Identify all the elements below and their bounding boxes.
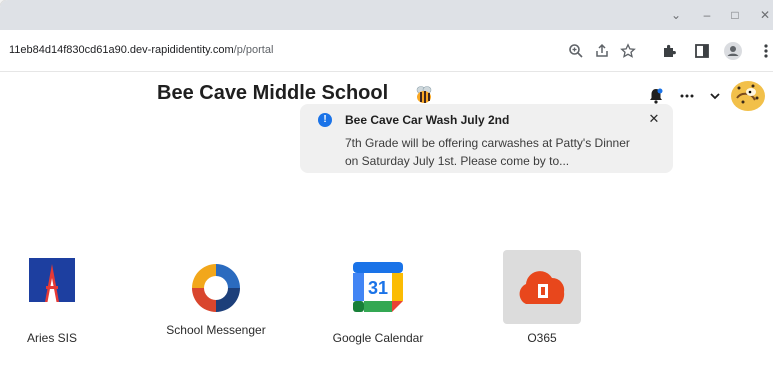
title-bar: ⌄ – □ ✕ [0,0,773,30]
app-label-o365[interactable]: O365 [502,330,582,347]
bell-icon[interactable] [648,86,664,106]
mascot-avatar[interactable] [729,78,767,114]
kebab-menu-icon[interactable] [756,41,773,61]
browser-window: ⌄ – □ ✕ 11eb84d14f830cd61a90.dev-rapidid… [0,0,773,385]
extensions-icon[interactable] [659,41,679,61]
star-icon[interactable] [618,41,638,61]
zoom-icon[interactable] [566,41,586,61]
minimize-icon[interactable]: – [699,7,715,23]
tab-search-icon[interactable]: ⌄ [668,7,684,23]
svg-text:31: 31 [368,278,388,298]
sidepanel-icon[interactable] [692,41,712,61]
aries-sis-icon[interactable] [22,250,82,310]
info-icon: ! [318,113,332,127]
address-bar[interactable]: 11eb84d14f830cd61a90.dev-rapididentity.c… [0,30,773,72]
notification-body: 7th Grade will be offering carwashes at … [345,136,630,168]
chevron-down-icon[interactable] [708,86,722,106]
portal-page: Bee Cave Middle School ! Bee Cave Car Wa… [0,72,773,385]
url-text[interactable]: 11eb84d14f830cd61a90.dev-rapididentity.c… [9,44,273,56]
page-title: Bee Cave Middle School [157,82,389,104]
app-label-school-messenger[interactable]: School Messenger [166,322,266,339]
close-window-icon[interactable]: ✕ [757,7,773,23]
google-calendar-icon[interactable]: 31 [350,260,406,314]
school-messenger-icon[interactable] [186,260,246,316]
share-icon[interactable] [592,41,612,61]
app-label-google-calendar[interactable]: Google Calendar [318,330,438,347]
app-label-aries-sis[interactable]: Aries SIS [12,330,92,347]
notification-card[interactable]: ! Bee Cave Car Wash July 2nd 7th Grade w… [300,104,673,173]
url-host: 11eb84d14f830cd61a90.dev-rapididentity.c… [9,44,234,56]
profile-icon[interactable] [723,41,743,61]
notification-title: Bee Cave Car Wash July 2nd [345,113,510,127]
more-icon[interactable] [678,86,696,106]
url-path: /p/portal [233,44,274,56]
maximize-icon[interactable]: □ [727,7,743,23]
close-icon[interactable]: ✕ [646,111,662,127]
o365-icon[interactable] [503,250,581,324]
